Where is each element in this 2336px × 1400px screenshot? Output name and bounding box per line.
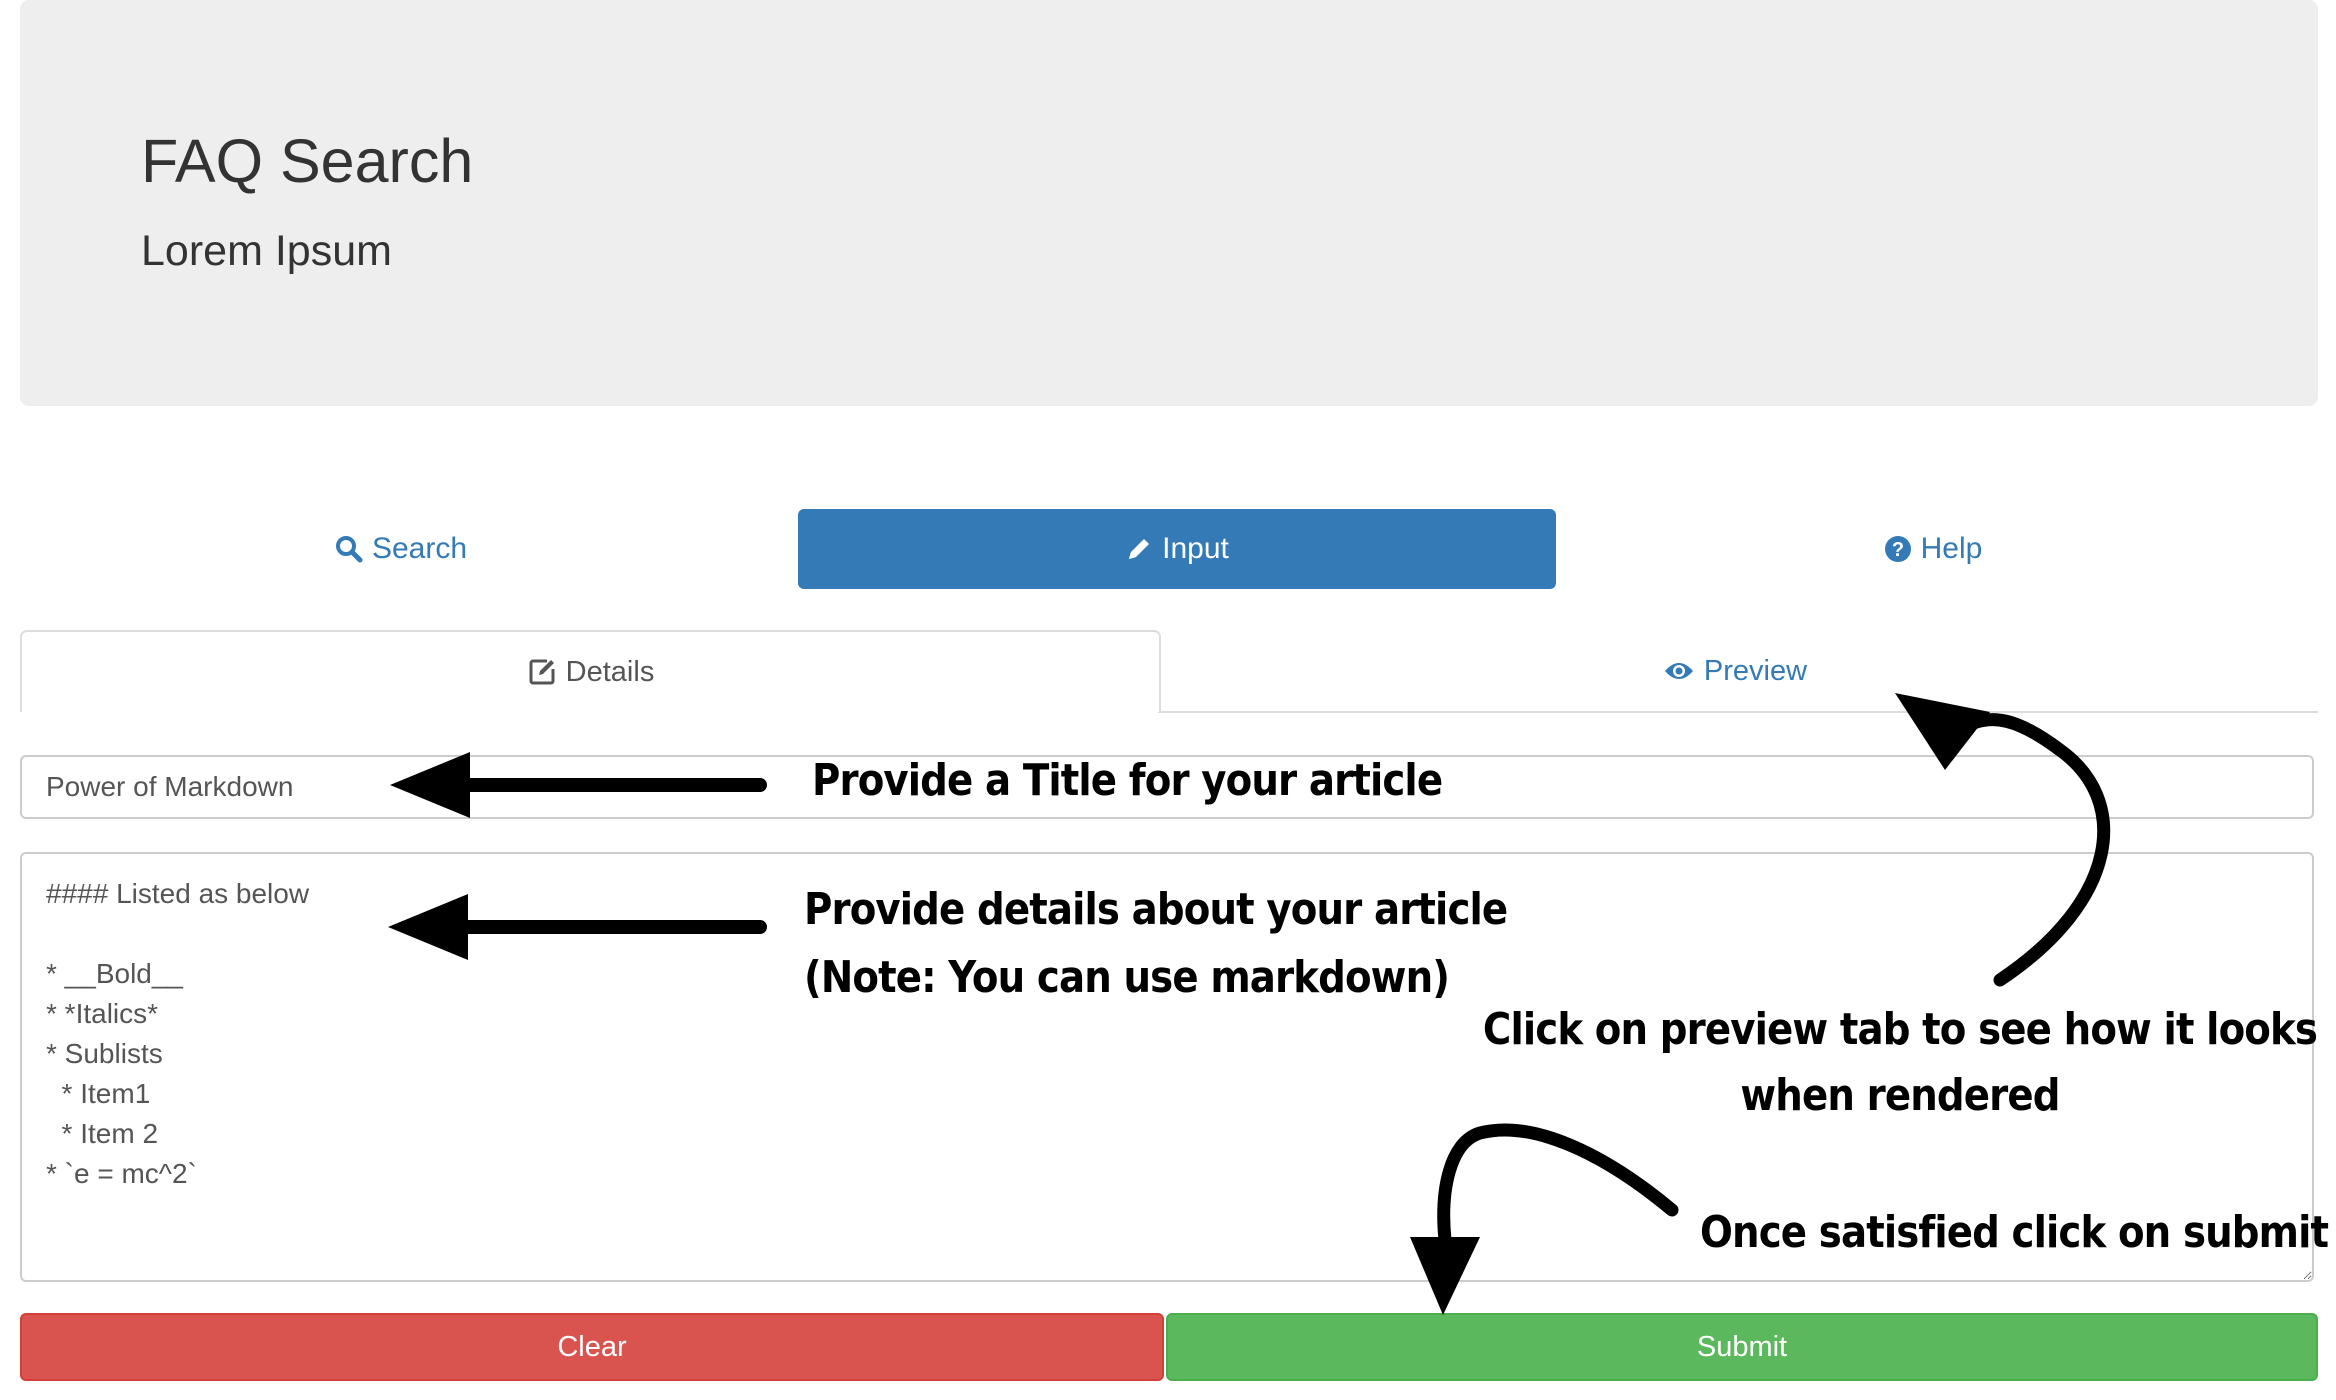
jumbotron-header: FAQ Search Lorem Ipsum [20, 0, 2318, 406]
nav-pill-search[interactable]: Search [22, 509, 780, 589]
preview-annotation-line2: when rendered [1740, 1070, 2060, 1121]
nav-pill-input-label: Input [1162, 532, 1229, 565]
search-icon [335, 536, 363, 563]
nav-pill-help[interactable]: ? Help [1554, 509, 2312, 589]
svg-text:?: ? [1892, 539, 1904, 561]
nav-pill-help-label: Help [1920, 532, 1983, 565]
nav-pill-input[interactable]: Input [798, 509, 1556, 589]
tab-details-label: Details [565, 655, 655, 688]
nav-pill-search-label: Search [371, 532, 468, 565]
preview-annotation-line1: Click on preview tab to see how it looks [1482, 1004, 2318, 1055]
title-annotation: Provide a Title for your article [812, 755, 1443, 806]
tab-preview[interactable]: Preview [1160, 630, 2310, 712]
clear-button[interactable]: Clear [20, 1313, 1164, 1381]
details-annotation-line1: Provide details about your article [804, 884, 1508, 935]
page-subtitle: Lorem Ipsum [141, 227, 392, 275]
submit-button[interactable]: Submit [1166, 1313, 2318, 1381]
tab-preview-label: Preview [1703, 654, 1808, 687]
page-title: FAQ Search [141, 127, 474, 195]
submit-annotation: Once satisfied click on submit [1700, 1207, 2329, 1258]
tab-details[interactable]: Details [20, 630, 1161, 712]
eye-icon [1664, 663, 1693, 679]
clear-button-label: Clear [557, 1330, 627, 1363]
details-annotation-line2: (Note: You can use markdown) [804, 952, 1450, 1003]
question-circle-icon: ? [1884, 536, 1911, 562]
pencil-icon [1129, 539, 1150, 559]
submit-button-label: Submit [1696, 1330, 1788, 1363]
edit-icon [529, 659, 555, 685]
